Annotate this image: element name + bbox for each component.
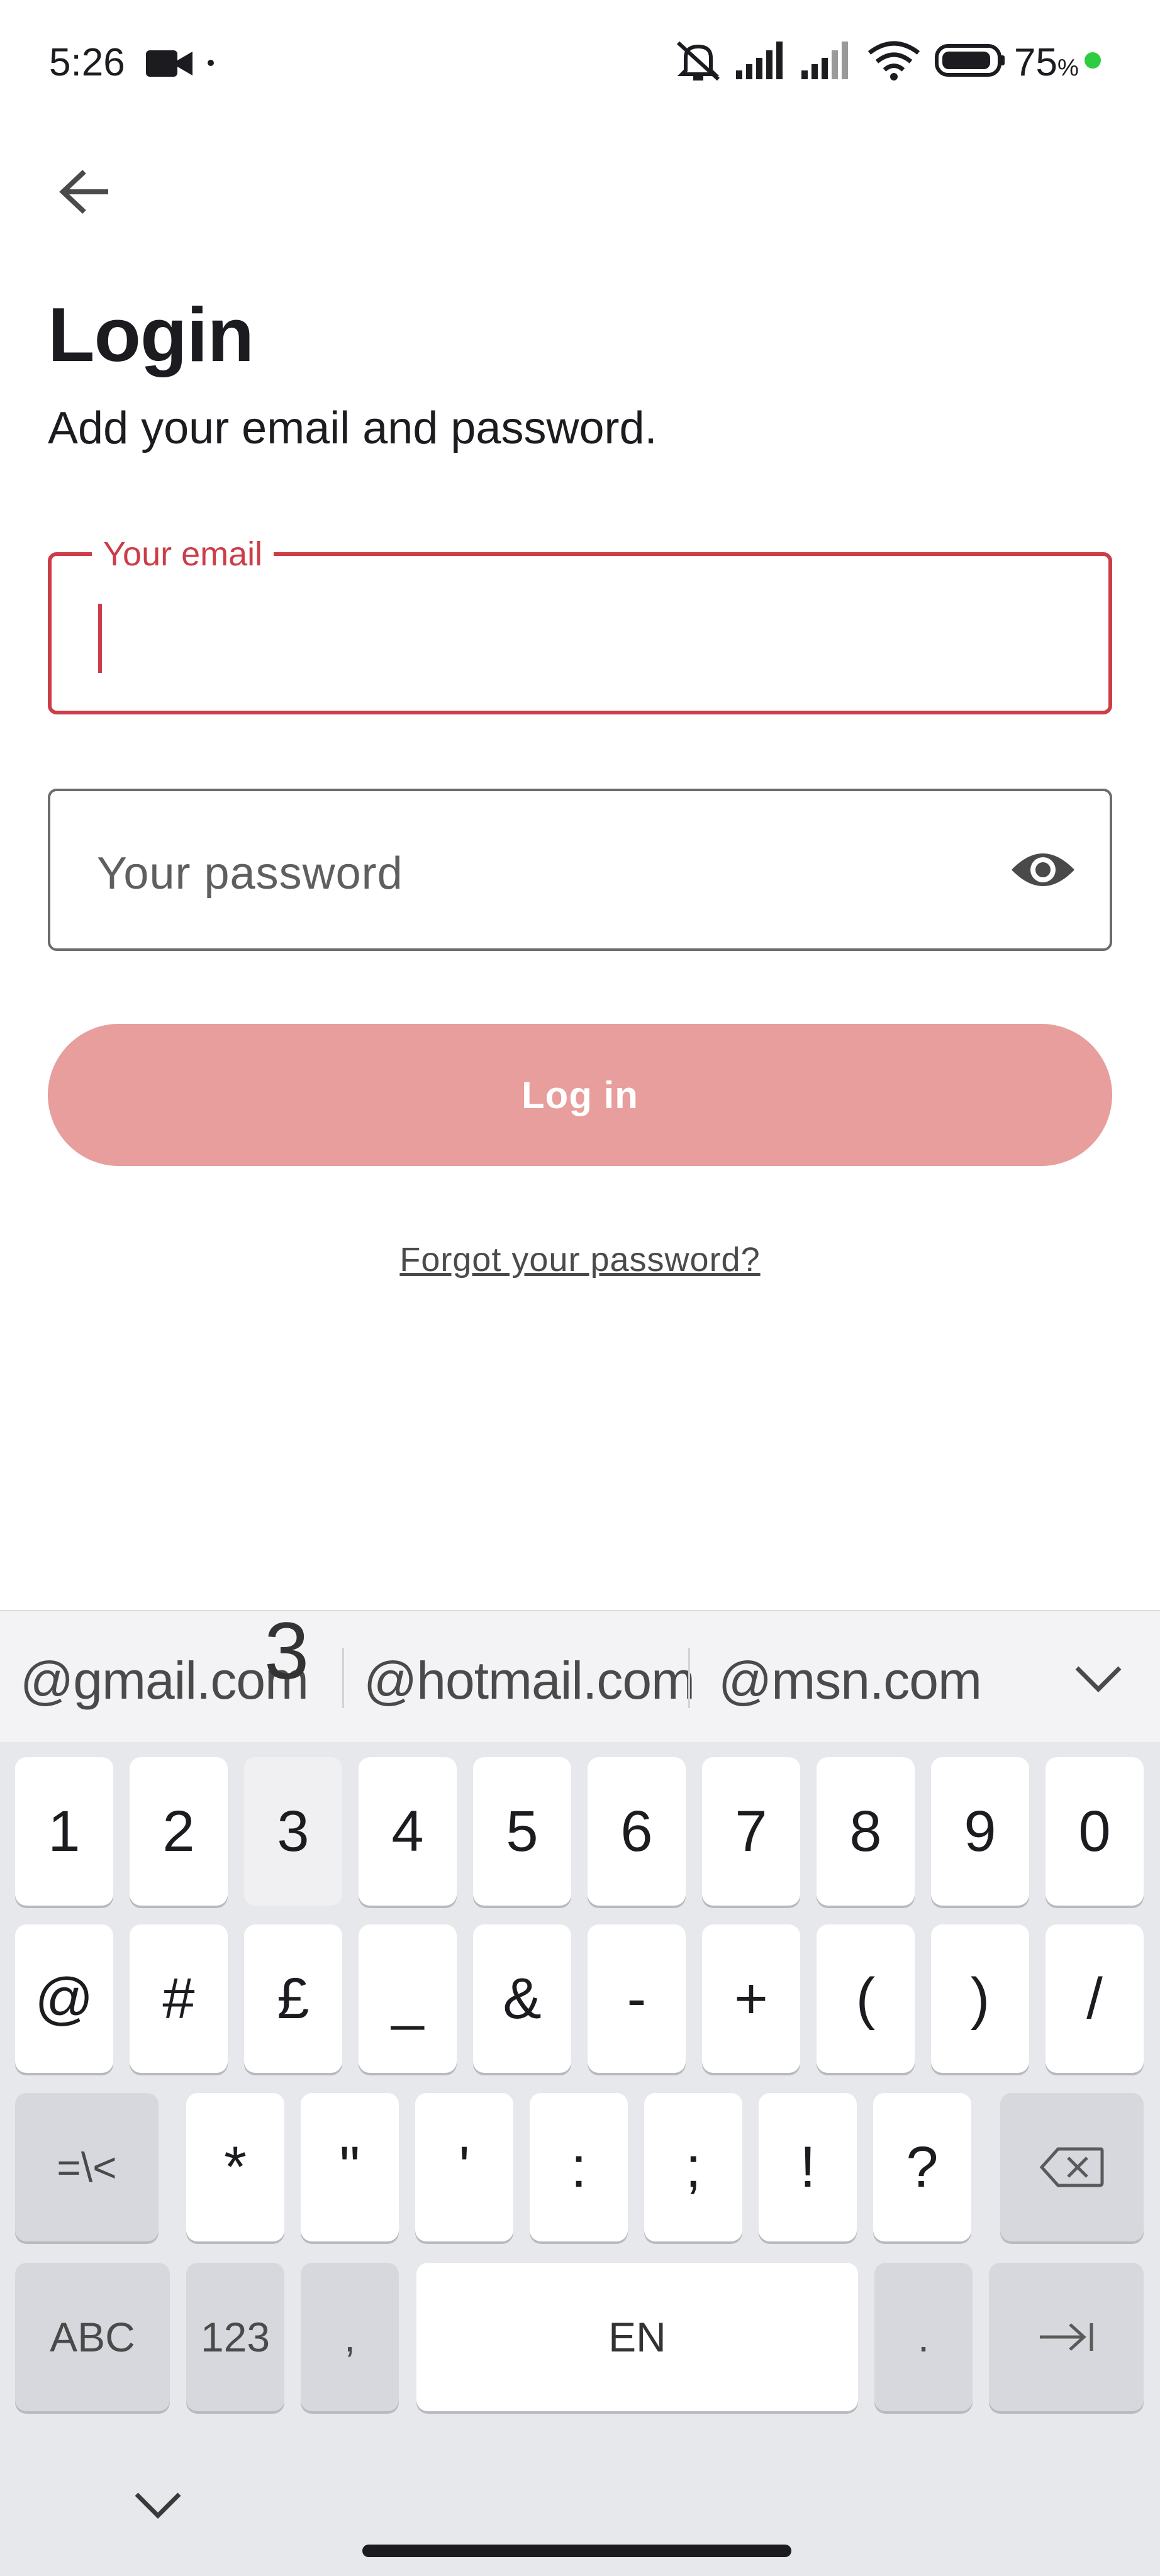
- key-7[interactable]: 7: [702, 1757, 800, 1906]
- eye-icon: [1012, 853, 1074, 886]
- forgot-password-link[interactable]: Forgot your password?: [0, 1240, 1160, 1279]
- suggestion-divider: [342, 1648, 344, 1708]
- text-caret: [98, 604, 102, 673]
- page-subtitle: Add your email and password.: [48, 403, 657, 453]
- suggestion-msn[interactable]: @msn.com: [718, 1650, 982, 1711]
- key-asterisk[interactable]: *: [186, 2093, 284, 2241]
- hide-keyboard-button[interactable]: [123, 2470, 192, 2540]
- signal-icon: [801, 42, 848, 79]
- tab-arrow-icon: [1040, 2323, 1093, 2351]
- suggestion-hotmail[interactable]: @hotmail.com: [364, 1650, 695, 1711]
- status-bar: 5:26 75%: [0, 0, 1160, 123]
- chevron-down-icon: [1075, 1666, 1122, 1692]
- key-plus[interactable]: +: [702, 1924, 800, 2073]
- show-password-button[interactable]: [1007, 836, 1079, 903]
- key-comma[interactable]: ,: [301, 2263, 399, 2411]
- key-period[interactable]: .: [874, 2263, 973, 2411]
- video-camera-icon: [146, 50, 192, 77]
- charging-dot: [1085, 52, 1101, 69]
- backspace-icon: [1039, 2147, 1104, 2187]
- key-hash[interactable]: #: [130, 1924, 228, 2073]
- back-button[interactable]: [50, 157, 120, 226]
- key-5[interactable]: 5: [473, 1757, 571, 1906]
- signal-icon: [736, 42, 783, 79]
- battery-percent: 75%: [1014, 41, 1079, 84]
- key-slash[interactable]: /: [1046, 1924, 1144, 2073]
- battery-icon: [935, 44, 1005, 77]
- password-placeholder: Your password: [97, 848, 403, 899]
- key-6[interactable]: 6: [588, 1757, 686, 1906]
- suggestion-divider: [688, 1648, 690, 1708]
- key-8[interactable]: 8: [817, 1757, 915, 1906]
- space-key[interactable]: EN: [416, 2263, 858, 2411]
- key-2[interactable]: 2: [130, 1757, 228, 1906]
- key-colon[interactable]: :: [530, 2093, 628, 2241]
- key-underscore[interactable]: _: [359, 1924, 457, 2073]
- arrow-left-icon: [59, 170, 108, 214]
- email-label: Your email: [92, 533, 274, 575]
- key-more-symbols[interactable]: =\<: [15, 2093, 159, 2241]
- key-123[interactable]: 123: [186, 2263, 284, 2411]
- key-single-quote[interactable]: ': [415, 2093, 513, 2241]
- status-time: 5:26: [49, 41, 125, 84]
- tab-key[interactable]: [989, 2263, 1144, 2411]
- key-paren-close[interactable]: ): [931, 1924, 1029, 2073]
- key-exclamation[interactable]: !: [759, 2093, 857, 2241]
- key-4[interactable]: 4: [359, 1757, 457, 1906]
- key-0[interactable]: 0: [1046, 1757, 1144, 1906]
- key-1[interactable]: 1: [15, 1757, 113, 1906]
- home-indicator[interactable]: [362, 2545, 791, 2557]
- key-minus[interactable]: -: [588, 1924, 686, 2073]
- chevron-down-icon: [135, 2492, 181, 2519]
- dot-icon: [208, 60, 214, 66]
- key-paren-open[interactable]: (: [817, 1924, 915, 2073]
- page-title: Login: [48, 292, 254, 377]
- key-semicolon[interactable]: ;: [644, 2093, 742, 2241]
- key-9[interactable]: 9: [931, 1757, 1029, 1906]
- key-abc[interactable]: ABC: [15, 2263, 170, 2411]
- login-button[interactable]: Log in: [48, 1024, 1112, 1166]
- backspace-key[interactable]: [1000, 2093, 1144, 2241]
- key-double-quote[interactable]: ": [301, 2093, 399, 2241]
- wifi-icon: [867, 41, 920, 80]
- key-press-popup: 3: [264, 1606, 310, 1696]
- key-3[interactable]: 3: [244, 1757, 342, 1906]
- key-ampersand[interactable]: &: [473, 1924, 571, 2073]
- suggestion-bar: @gmail.com @hotmail.com @msn.com: [0, 1610, 1160, 1742]
- silent-icon: [676, 41, 720, 81]
- password-field[interactable]: Your password: [48, 789, 1112, 951]
- email-field[interactable]: Your email: [48, 533, 1112, 714]
- key-question[interactable]: ?: [873, 2093, 971, 2241]
- key-at[interactable]: @: [15, 1924, 113, 2073]
- key-pound[interactable]: £: [244, 1924, 342, 2073]
- expand-suggestions-button[interactable]: [1067, 1650, 1130, 1707]
